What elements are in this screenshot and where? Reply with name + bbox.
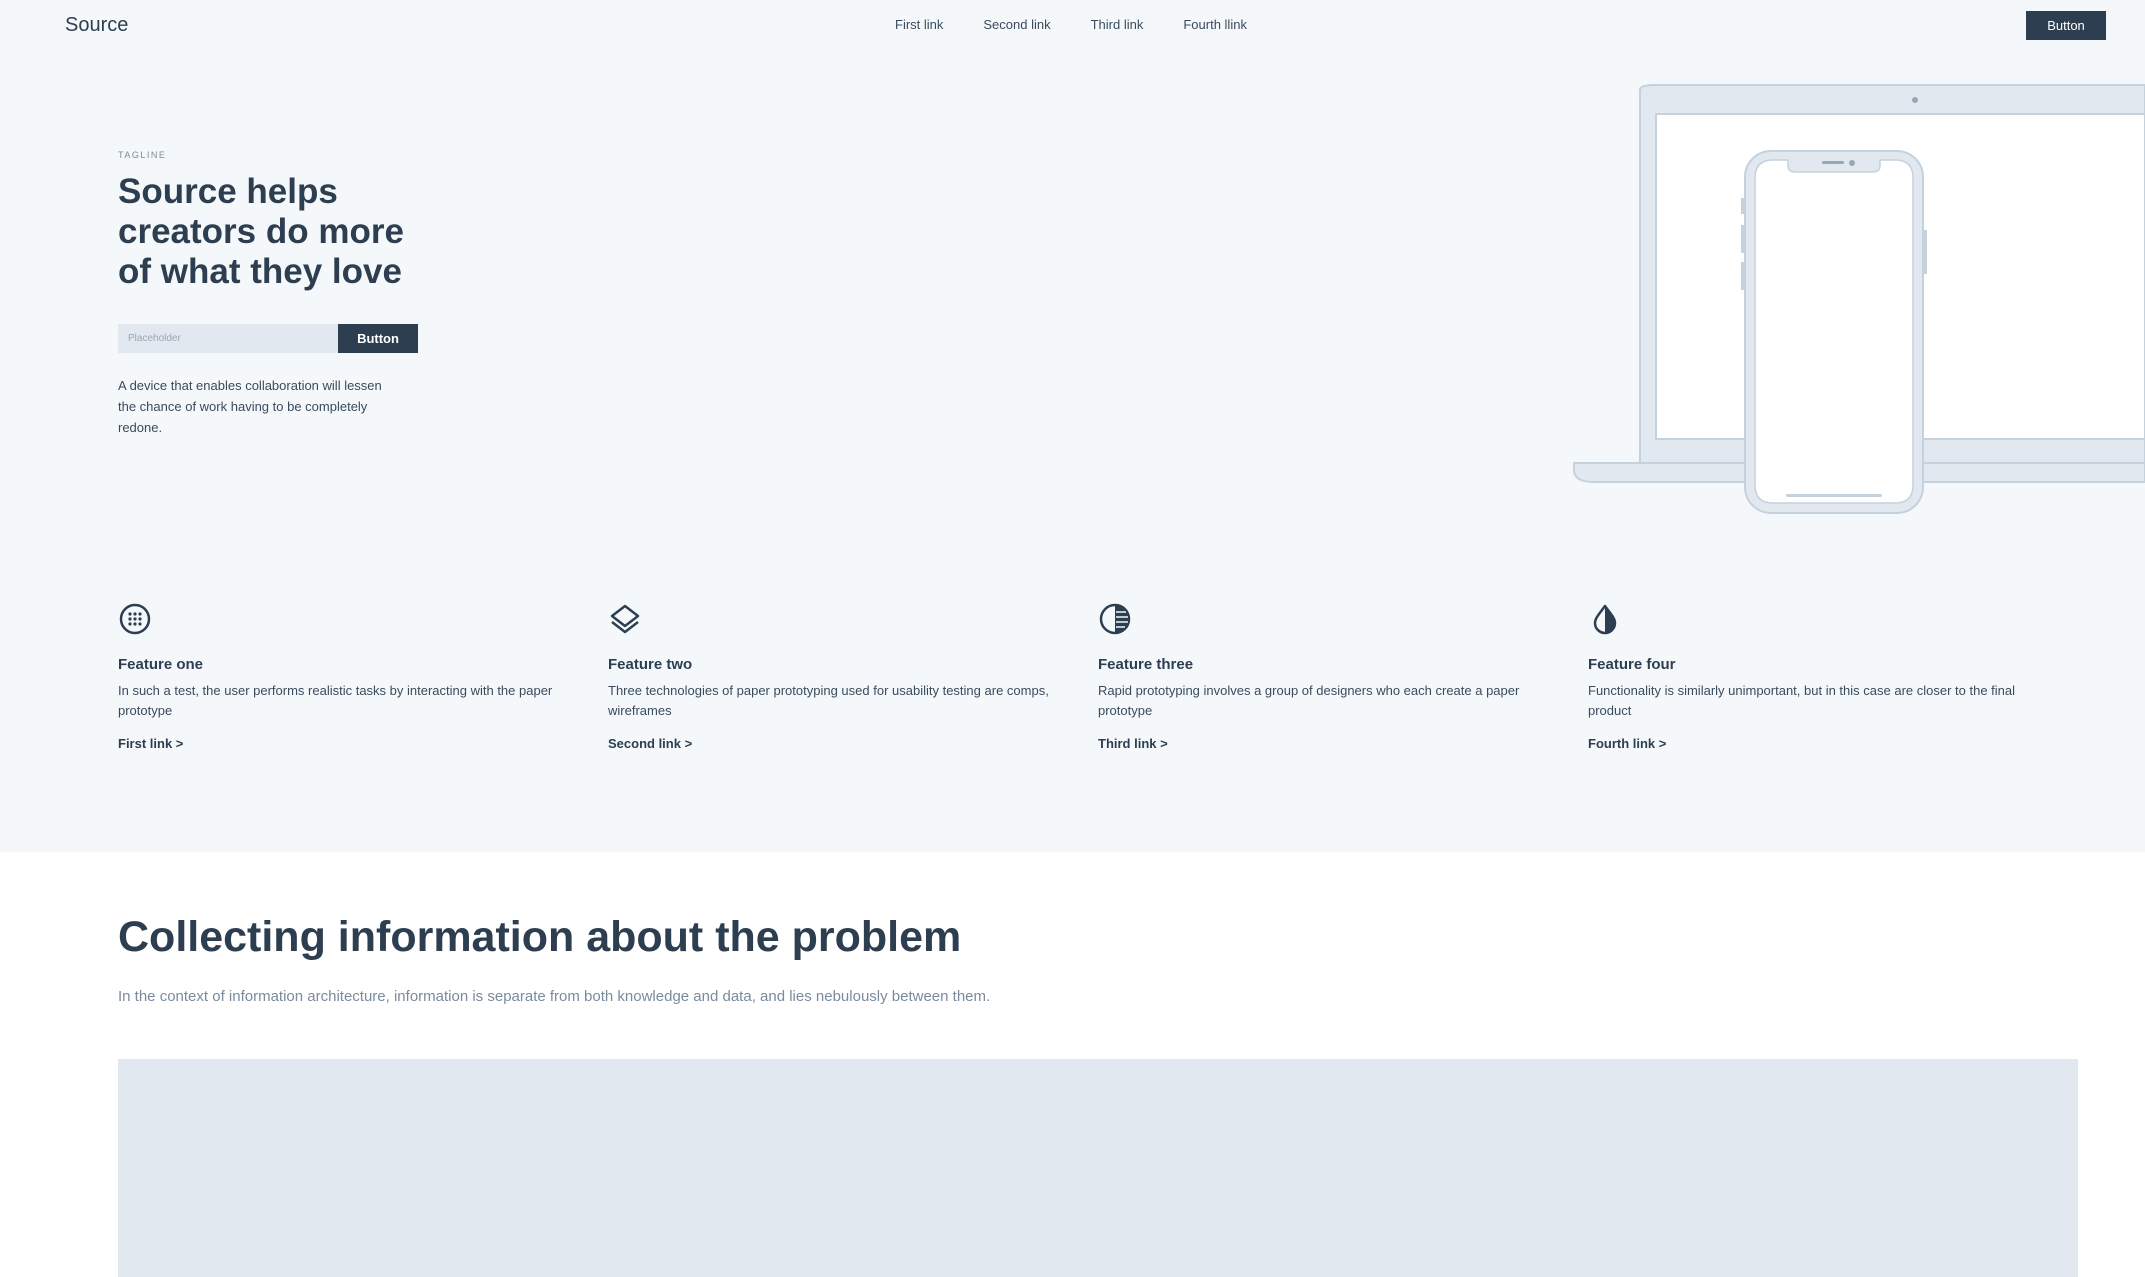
submit-button[interactable]: Button (338, 324, 418, 353)
feature-title: Feature one (118, 656, 204, 673)
feature-card: Feature one In such a test, the user per… (118, 602, 608, 753)
nav-link-fourth[interactable]: Fourth llink (1183, 17, 1247, 32)
devices-illustration (1573, 84, 2145, 514)
section-title: Collecting information about the problem (118, 913, 962, 961)
feature-title: Feature three (1098, 656, 1194, 673)
feature-link[interactable]: Fourth link > (1588, 736, 1666, 751)
feature-text: Functionality is similarly unimportant, … (1588, 683, 2016, 718)
feature-text: Rapid prototyping involves a group of de… (1098, 683, 1520, 718)
nav-link-second[interactable]: Second link (983, 17, 1050, 32)
image-placeholder (118, 1059, 2078, 1277)
logo[interactable]: Source (65, 14, 128, 37)
feature-title: Feature two (608, 656, 693, 673)
nav-link-third[interactable]: Third link (1091, 17, 1144, 32)
layers-icon (610, 604, 640, 634)
feature-text: In such a test, the user performs realis… (118, 683, 553, 718)
phone-illustration (1741, 150, 1927, 514)
half-circle-icon (1099, 603, 1131, 635)
section-subtitle: In the context of information architectu… (118, 988, 991, 1005)
droplet-icon (1593, 604, 1617, 635)
header-button[interactable]: Button (2026, 11, 2106, 40)
main-nav: First link Second link Third link Fourth… (895, 17, 1287, 32)
nav-link-first[interactable]: First link (895, 17, 943, 32)
features-grid: Feature one In such a test, the user per… (118, 602, 2078, 753)
tagline: TAGLINE (118, 150, 167, 160)
feature-link[interactable]: Third link > (1098, 736, 1168, 751)
hero-description: A device that enables collaboration will… (118, 378, 382, 435)
hero-headline: Source helps creators do more of what th… (118, 172, 404, 291)
dots-circle-icon (119, 603, 151, 635)
feature-text: Three technologies of paper prototyping … (608, 683, 1049, 718)
hero-section: Source First link Second link Third link… (0, 0, 2145, 852)
feature-link[interactable]: Second link > (608, 736, 692, 751)
signup-form: Button (118, 324, 418, 353)
feature-card: Feature three Rapid prototyping involves… (1098, 602, 1588, 753)
feature-title: Feature four (1588, 656, 1676, 673)
feature-card: Feature two Three technologies of paper … (608, 602, 1098, 753)
email-input[interactable] (118, 324, 338, 353)
feature-card: Feature four Functionality is similarly … (1588, 602, 2078, 753)
feature-link[interactable]: First link > (118, 736, 183, 751)
